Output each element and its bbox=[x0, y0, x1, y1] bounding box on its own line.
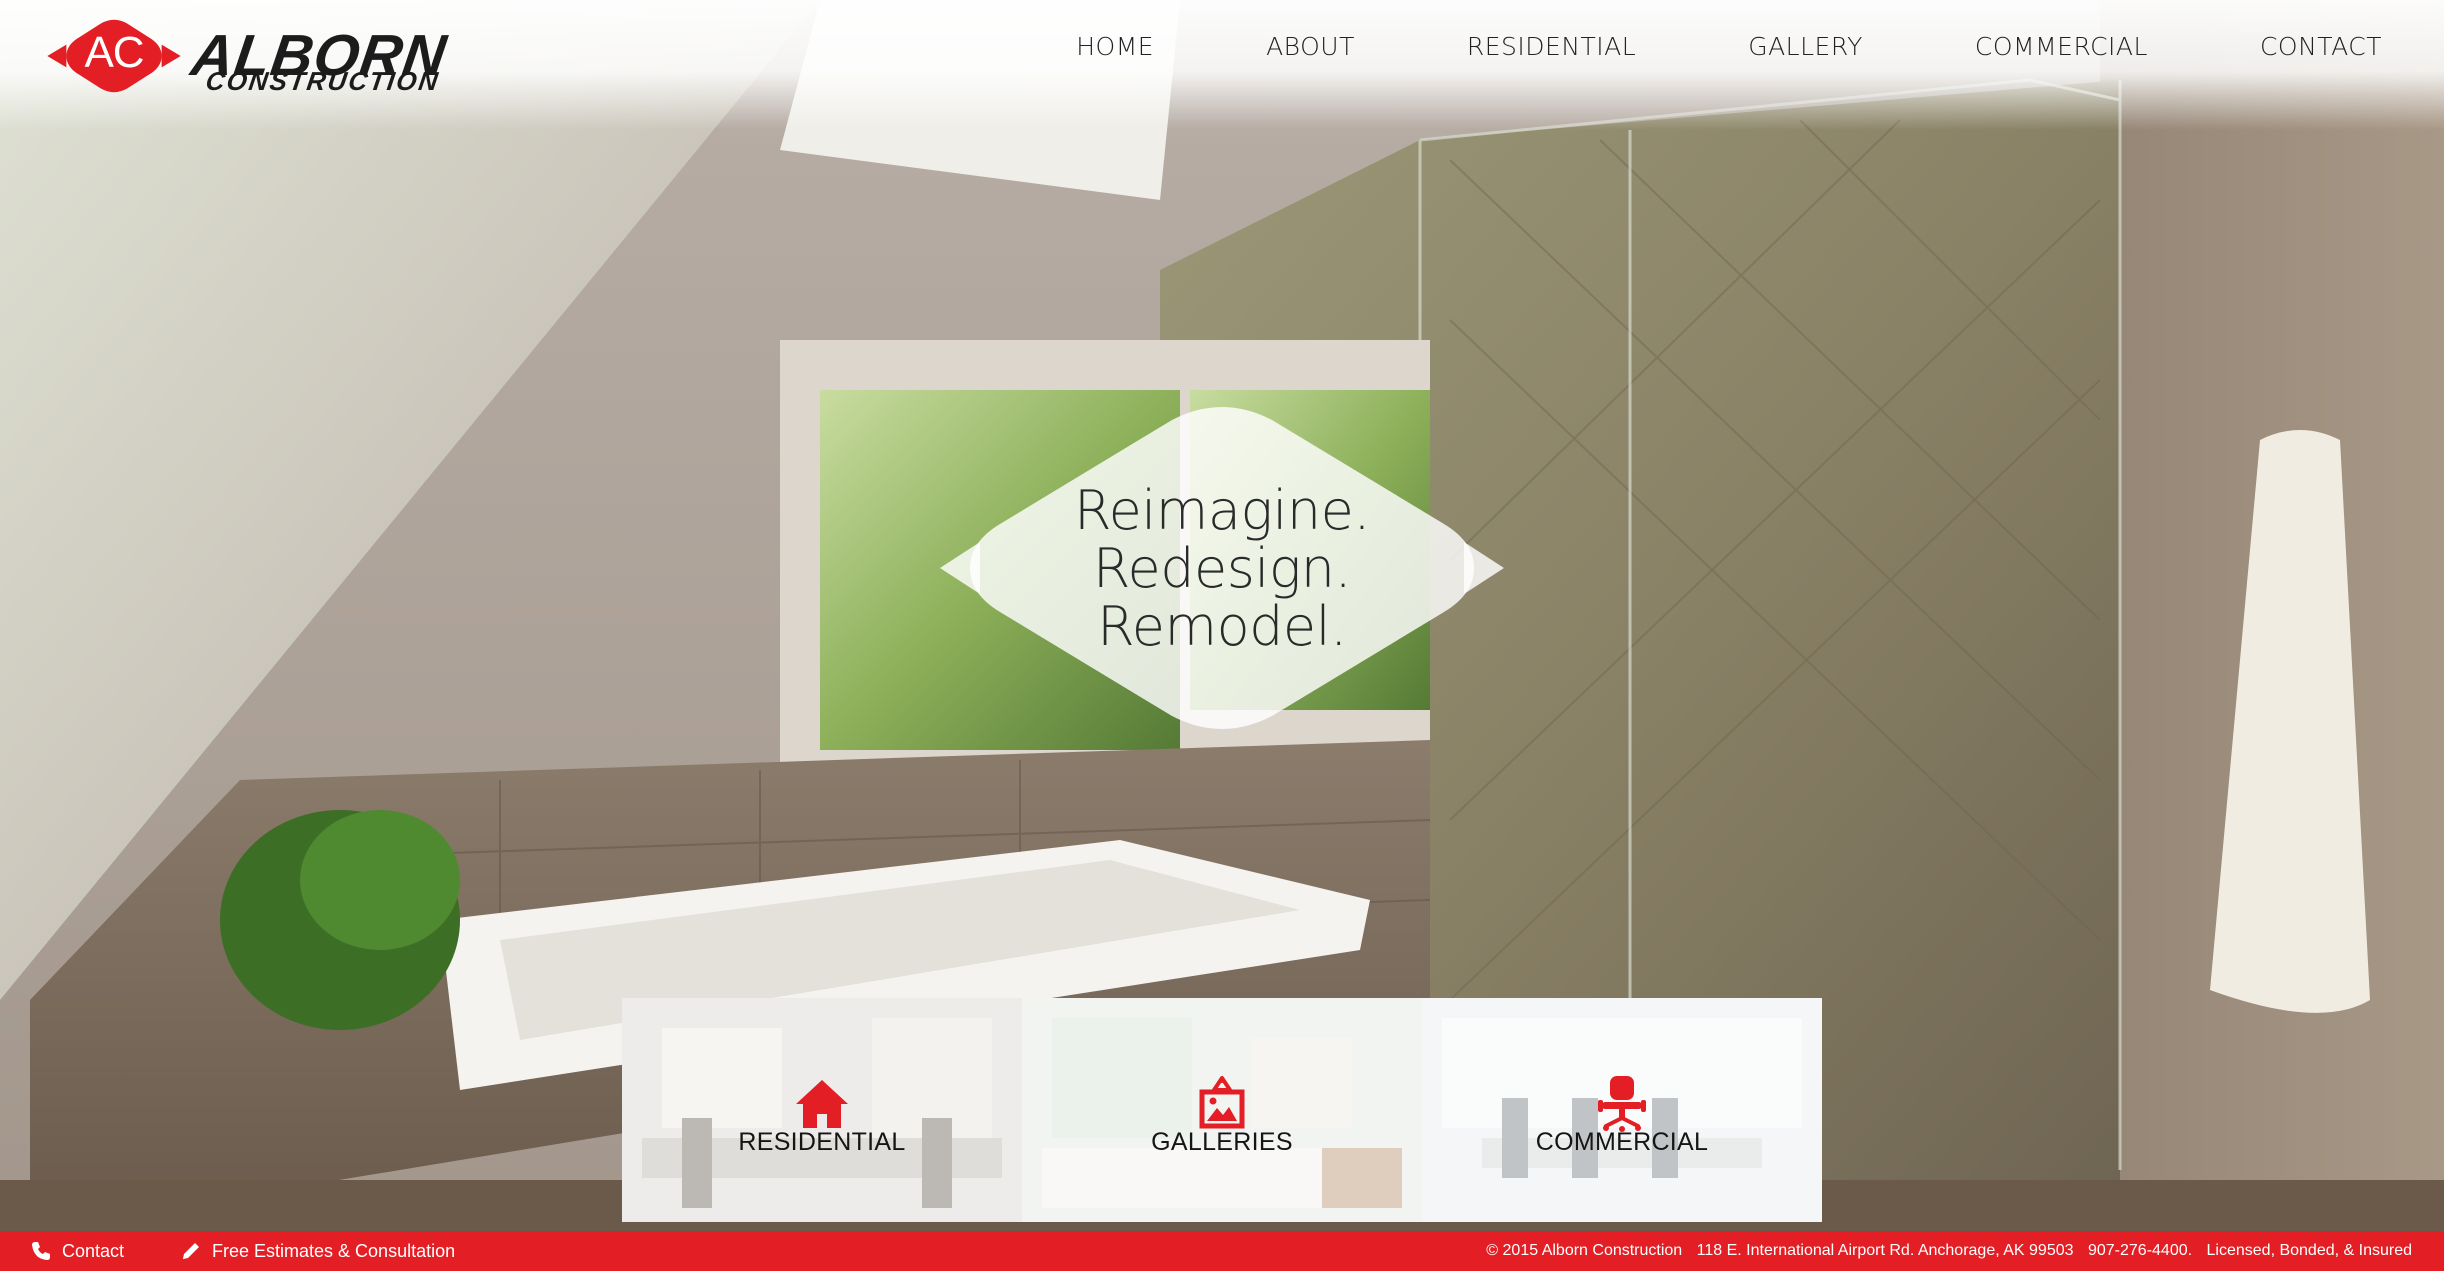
nav-residential[interactable]: RESIDENTIAL bbox=[1467, 32, 1636, 61]
pencil-icon bbox=[183, 1243, 199, 1259]
tagline-text: Reimagine. Redesign. Remodel. bbox=[940, 482, 1504, 656]
picture-frame-icon bbox=[1199, 1076, 1245, 1129]
house-icon bbox=[796, 1080, 848, 1128]
tile-label-galleries: GALLERIES bbox=[1151, 1128, 1293, 1156]
logo-monogram: AC bbox=[84, 28, 144, 77]
tile-galleries[interactable]: GALLERIES bbox=[1022, 998, 1422, 1222]
tagline-line-3: Remodel. bbox=[1097, 595, 1347, 658]
category-tiles: RESIDENTIAL GALLERIES COMMERCIAL bbox=[622, 998, 1822, 1222]
nav-contact[interactable]: CONTACT bbox=[2260, 32, 2382, 61]
footer-info: © 2015 Alborn Construction 118 E. Intern… bbox=[1476, 1242, 2412, 1260]
tile-label-residential: RESIDENTIAL bbox=[738, 1128, 906, 1156]
tile-commercial[interactable]: COMMERCIAL bbox=[1422, 998, 1822, 1222]
tagline-line-2: Redesign. bbox=[1092, 537, 1352, 600]
tile-label-commercial: COMMERCIAL bbox=[1535, 1128, 1709, 1156]
logo-subwordmark: CONSTRUCTION bbox=[203, 66, 442, 96]
nav-commercial[interactable]: COMMERCIAL bbox=[1975, 32, 2148, 61]
footer-contact-label: Contact bbox=[62, 1240, 125, 1261]
tile-residential[interactable]: RESIDENTIAL bbox=[622, 998, 1022, 1222]
footer-bar: Contact Free Estimates & Consultation © … bbox=[0, 1231, 2444, 1271]
footer-address: 118 E. International Airport Rd. Anchora… bbox=[1696, 1242, 2074, 1259]
nav-about[interactable]: ABOUT bbox=[1266, 32, 1355, 61]
top-navigation-bar: AC ALBORN CONSTRUCTION HOME ABOUT RESIDE… bbox=[0, 0, 2444, 130]
phone-icon bbox=[32, 1242, 50, 1260]
hero-tagline: Reimagine. Redesign. Remodel. bbox=[940, 402, 1504, 734]
tagline-line-1: Reimagine. bbox=[1073, 479, 1371, 542]
footer-contact-link[interactable]: Contact bbox=[30, 1240, 124, 1262]
footer-license: Licensed, Bonded, & Insured bbox=[2206, 1242, 2412, 1259]
nav-gallery[interactable]: GALLERY bbox=[1748, 32, 1863, 61]
footer-estimates-link[interactable]: Free Estimates & Consultation bbox=[180, 1240, 455, 1262]
main-nav: HOME ABOUT RESIDENTIAL GALLERY COMMERCIA… bbox=[1076, 32, 2382, 61]
brand-logo[interactable]: AC ALBORN CONSTRUCTION bbox=[44, 14, 464, 102]
office-chair-icon bbox=[1598, 1076, 1646, 1132]
footer-estimates-label: Free Estimates & Consultation bbox=[212, 1240, 456, 1261]
footer-phone[interactable]: 907-276-4400. bbox=[2088, 1242, 2192, 1259]
footer-copyright: © 2015 Alborn Construction bbox=[1486, 1242, 1683, 1259]
nav-home[interactable]: HOME bbox=[1076, 32, 1154, 61]
